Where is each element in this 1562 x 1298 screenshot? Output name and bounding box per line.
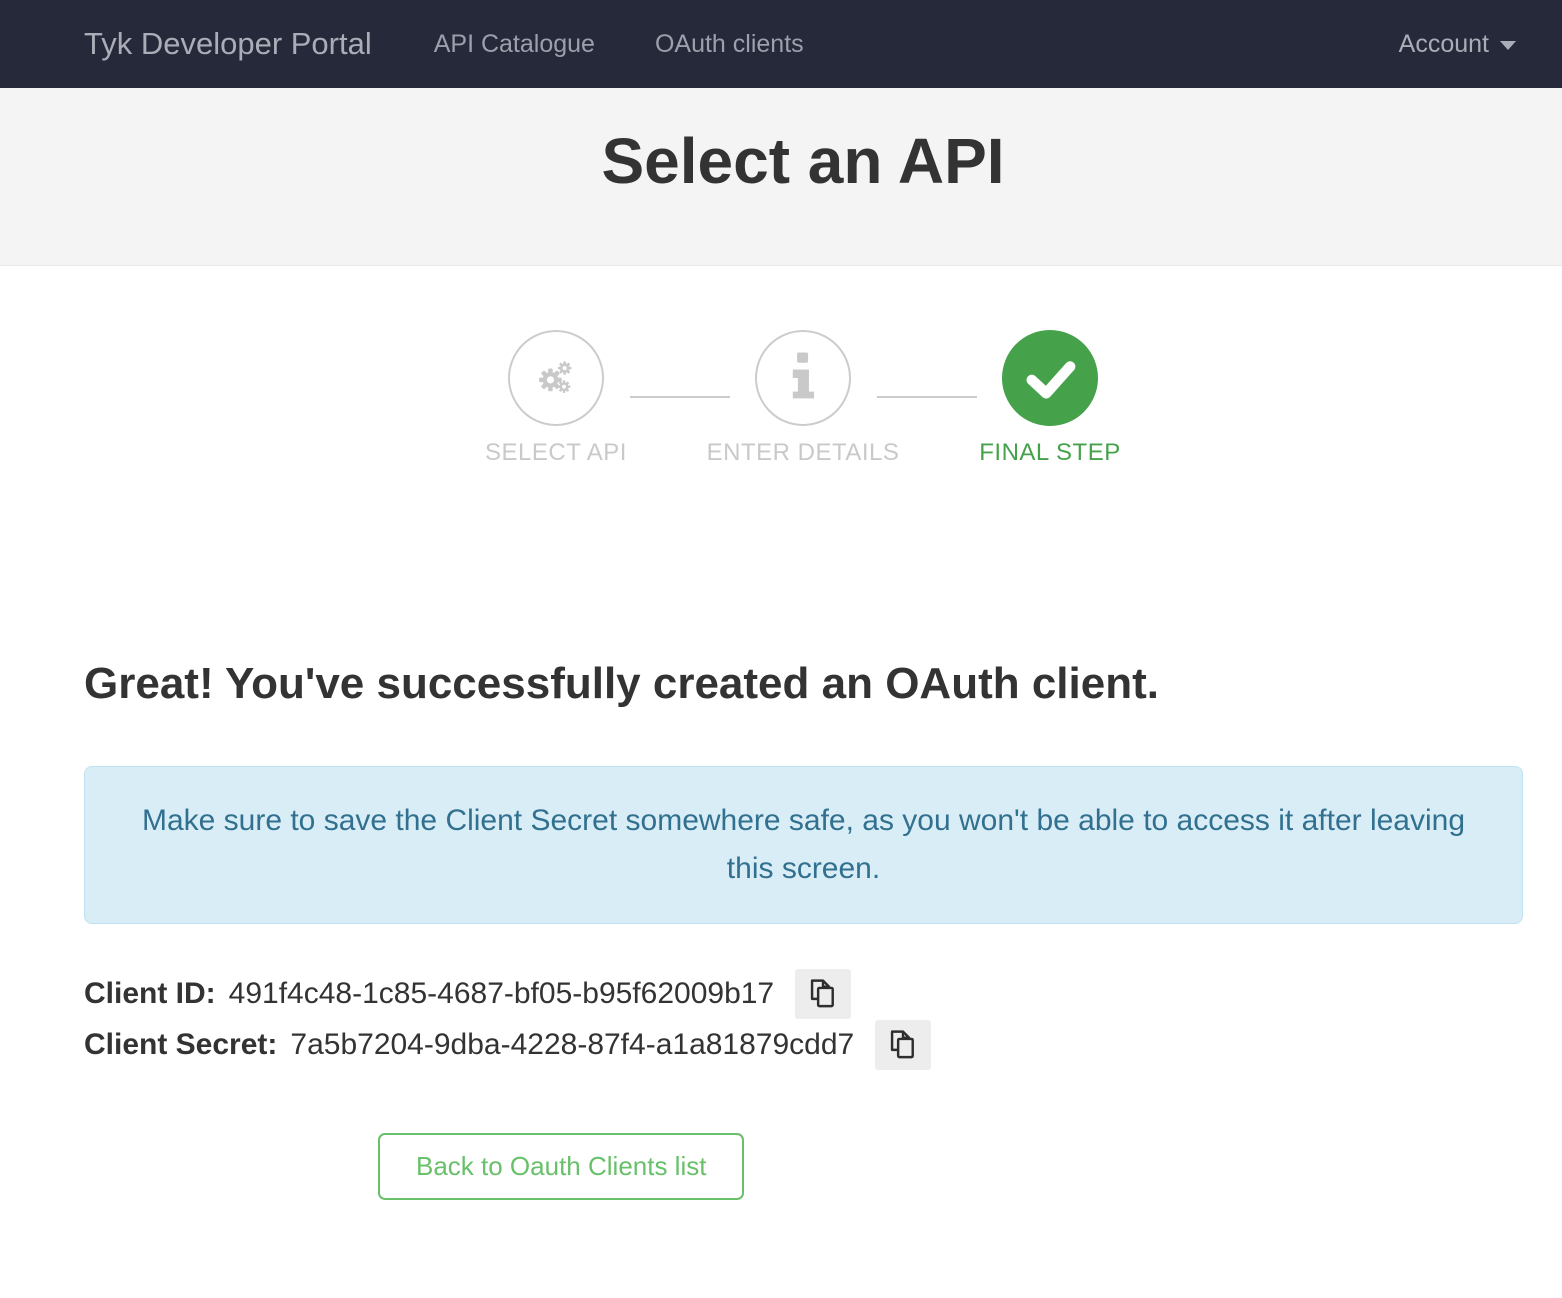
step-select-api-circle — [508, 330, 604, 426]
client-secret-label: Client Secret: — [84, 1028, 277, 1062]
caret-down-icon — [1500, 41, 1516, 50]
brand-title[interactable]: Tyk Developer Portal — [84, 26, 372, 62]
client-secret-row: Client Secret: 7a5b7204-9dba-4228-87f4-a… — [84, 1019, 1523, 1070]
copy-icon — [806, 978, 840, 1010]
client-secret-value: 7a5b7204-9dba-4228-87f4-a1a81879cdd7 — [290, 1028, 854, 1062]
wizard-stepper: SELECT API ENTER DETAILS FINAL STEP — [0, 330, 1562, 462]
page-header: Select an API — [0, 88, 1562, 266]
step-label-select-api: SELECT API — [485, 439, 627, 467]
nav-item-oauth-clients[interactable]: OAuth clients — [655, 30, 804, 59]
step-label-final-step: FINAL STEP — [979, 439, 1120, 467]
check-icon — [1004, 330, 1096, 426]
step-select-api: SELECT API — [446, 330, 666, 467]
account-menu[interactable]: Account — [1399, 30, 1516, 59]
info-alert: Make sure to save the Client Secret some… — [84, 766, 1523, 924]
nav-item-api-catalogue[interactable]: API Catalogue — [434, 30, 595, 59]
navbar: Tyk Developer Portal API Catalogue OAuth… — [0, 0, 1562, 88]
info-alert-text: Make sure to save the Client Secret some… — [142, 804, 1465, 885]
step-final-step: FINAL STEP — [940, 330, 1160, 467]
copy-client-secret-button[interactable] — [875, 1020, 931, 1070]
step-enter-details: ENTER DETAILS — [693, 330, 913, 467]
info-icon — [786, 352, 820, 404]
main-content: Great! You've successfully created an OA… — [84, 655, 1523, 1200]
account-label: Account — [1399, 30, 1489, 59]
copy-client-id-button[interactable] — [795, 969, 851, 1019]
copy-icon — [886, 1029, 920, 1061]
back-to-oauth-clients-button[interactable]: Back to Oauth Clients list — [378, 1133, 744, 1200]
client-id-value: 491f4c48-1c85-4687-bf05-b95f62009b17 — [229, 977, 774, 1011]
nav-links: API Catalogue OAuth clients — [434, 30, 804, 59]
client-id-row: Client ID: 491f4c48-1c85-4687-bf05-b95f6… — [84, 968, 1523, 1019]
success-heading: Great! You've successfully created an OA… — [84, 655, 1523, 713]
gears-icon — [525, 347, 587, 409]
step-enter-details-circle — [755, 330, 851, 426]
step-final-step-circle — [1002, 330, 1098, 426]
step-label-enter-details: ENTER DETAILS — [707, 439, 900, 467]
page-title: Select an API — [22, 124, 1562, 198]
client-id-label: Client ID: — [84, 977, 216, 1011]
